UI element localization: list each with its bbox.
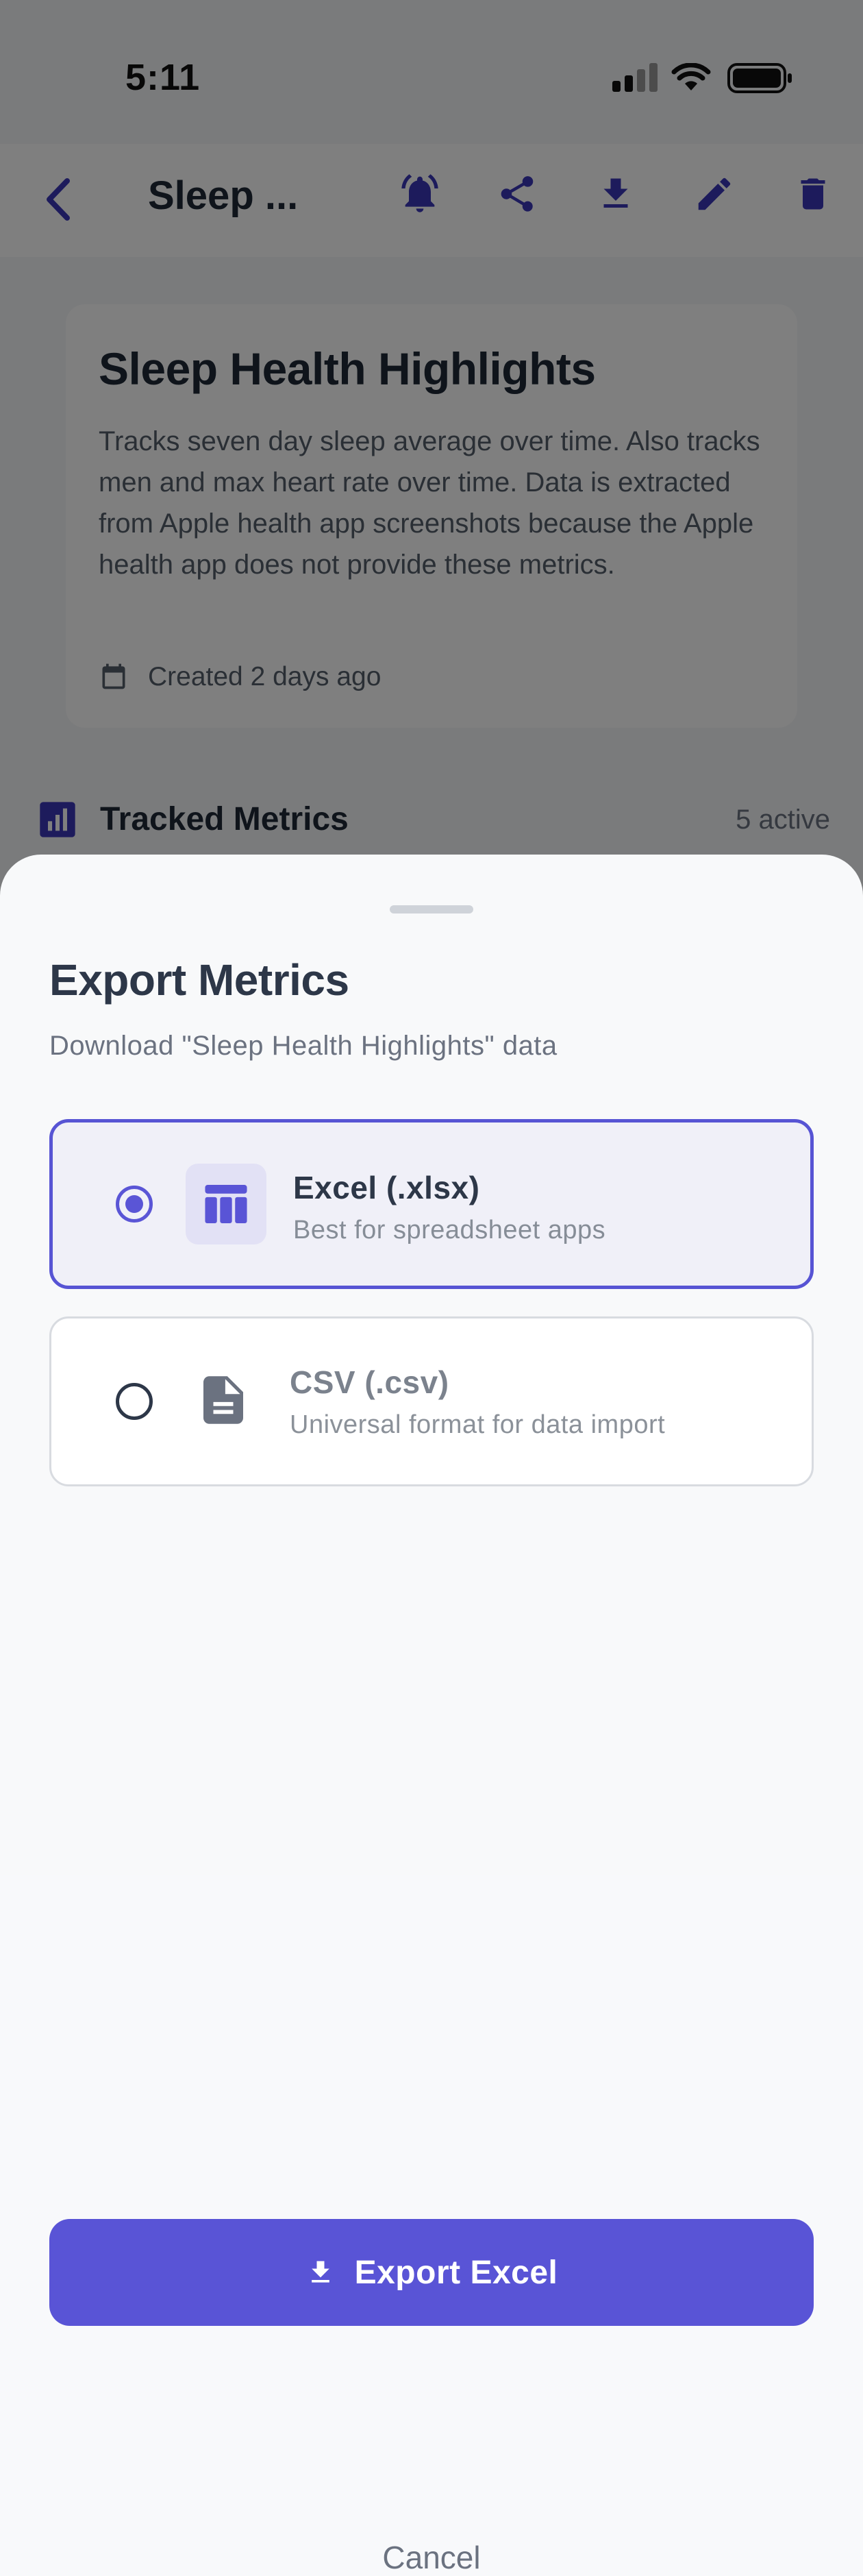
sheet-subtitle: Download "Sleep Health Highlights" data <box>49 1031 558 1061</box>
document-icon <box>203 1376 243 1424</box>
export-button-label: Export Excel <box>354 2254 558 2291</box>
download-icon <box>311 2261 329 2283</box>
option-excel-subtitle: Best for spreadsheet apps <box>293 1216 606 1244</box>
sheet-drag-handle[interactable] <box>390 905 473 913</box>
option-csv[interactable]: CSV (.csv) Universal format for data imp… <box>49 1316 814 1486</box>
radio-unselected[interactable] <box>116 1383 153 1420</box>
option-excel[interactable]: Excel (.xlsx) Best for spreadsheet apps <box>49 1119 814 1289</box>
option-excel-title: Excel (.xlsx) <box>293 1170 480 1205</box>
option-csv-subtitle: Universal format for data import <box>290 1410 666 1439</box>
export-button[interactable]: Export Excel <box>49 2219 814 2326</box>
option-csv-title: CSV (.csv) <box>290 1364 449 1400</box>
cancel-button[interactable]: Cancel <box>0 2539 863 2576</box>
sheet-title: Export Metrics <box>49 955 349 1005</box>
export-sheet: Export Metrics Download "Sleep Health Hi… <box>0 855 863 2575</box>
radio-selected[interactable] <box>116 1186 153 1223</box>
table-icon <box>186 1164 266 1244</box>
